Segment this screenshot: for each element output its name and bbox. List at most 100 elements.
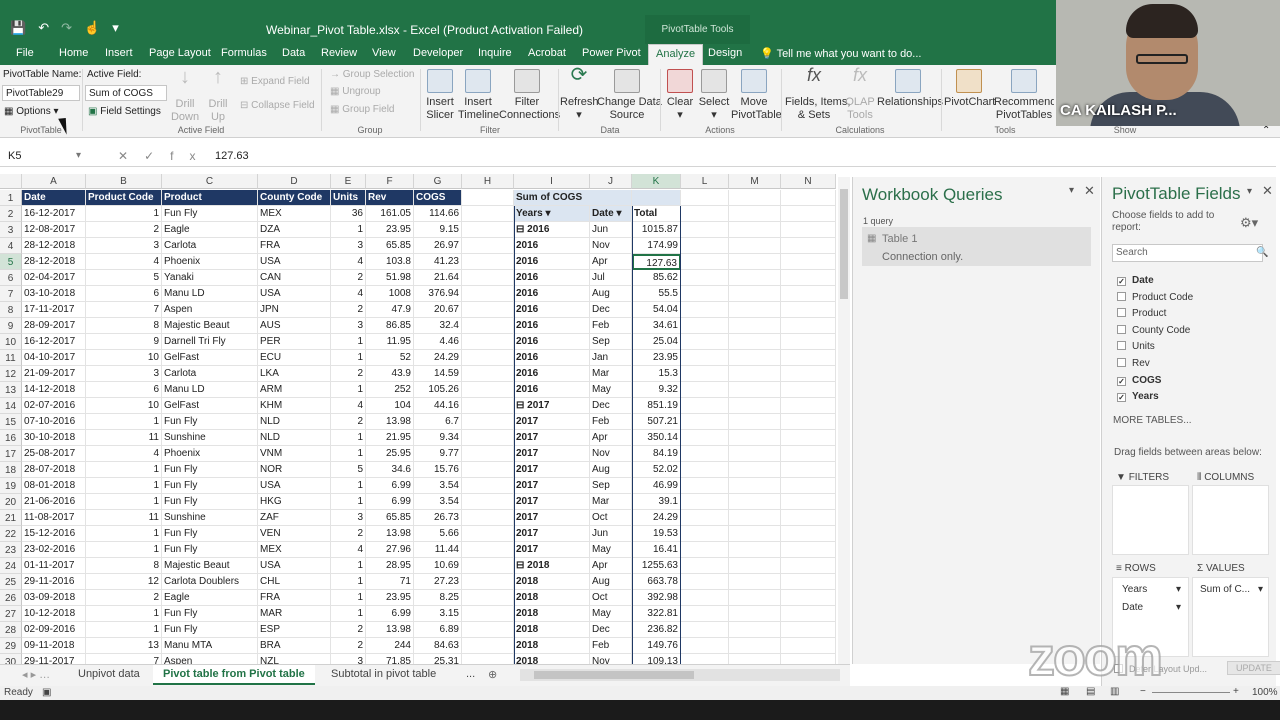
active-field-input[interactable]: Sum of COGS bbox=[85, 85, 167, 101]
table-header-cell[interactable]: County Code bbox=[258, 190, 331, 206]
pivot-value-cell[interactable]: 39.1 bbox=[632, 494, 681, 510]
row-header[interactable]: 6 bbox=[0, 270, 22, 286]
empty-cell[interactable] bbox=[781, 206, 836, 222]
table-cell[interactable]: 11.44 bbox=[414, 542, 462, 558]
table-cell[interactable]: 8 bbox=[86, 318, 162, 334]
row-header[interactable]: 5 bbox=[0, 254, 22, 270]
row-header[interactable]: 28 bbox=[0, 622, 22, 638]
table-cell[interactable]: 34.6 bbox=[366, 462, 414, 478]
table-cell[interactable]: 105.26 bbox=[414, 382, 462, 398]
empty-cell[interactable] bbox=[781, 334, 836, 350]
pivot-year-cell[interactable]: 2017 bbox=[514, 446, 590, 462]
pivot-date-cell[interactable]: Jan bbox=[590, 350, 632, 366]
table-cell[interactable]: 32.4 bbox=[414, 318, 462, 334]
empty-cell[interactable] bbox=[462, 526, 514, 542]
table-cell[interactable]: USA bbox=[258, 478, 331, 494]
empty-cell[interactable] bbox=[781, 286, 836, 302]
table-cell[interactable]: Fun Fly bbox=[162, 494, 258, 510]
table-cell[interactable]: 2 bbox=[331, 270, 366, 286]
table-cell[interactable]: 8.25 bbox=[414, 590, 462, 606]
empty-cell[interactable] bbox=[681, 638, 729, 654]
empty-cell[interactable] bbox=[681, 254, 729, 270]
empty-cell[interactable] bbox=[781, 238, 836, 254]
olap-tools-button[interactable]: fx OLAP Tools bbox=[843, 66, 877, 122]
empty-cell[interactable] bbox=[681, 494, 729, 510]
table-cell[interactable]: 1 bbox=[331, 494, 366, 510]
pivot-year-cell[interactable]: 2016 bbox=[514, 302, 590, 318]
empty-cell[interactable] bbox=[681, 318, 729, 334]
table-cell[interactable]: 23.95 bbox=[366, 222, 414, 238]
table-cell[interactable]: 8 bbox=[86, 558, 162, 574]
table-cell[interactable]: 4 bbox=[331, 254, 366, 270]
table-cell[interactable]: 02-07-2016 bbox=[22, 398, 86, 414]
table-cell[interactable]: 2 bbox=[331, 302, 366, 318]
pivot-year-cell[interactable]: 2017 bbox=[514, 430, 590, 446]
pivot-value-cell[interactable]: 507.21 bbox=[632, 414, 681, 430]
group-field-button[interactable]: ▦ Group Field bbox=[330, 104, 394, 115]
table-cell[interactable]: 11.95 bbox=[366, 334, 414, 350]
column-header[interactable]: J bbox=[590, 174, 632, 189]
pivot-year-cell[interactable]: 2018 bbox=[514, 574, 590, 590]
table-cell[interactable]: 2 bbox=[331, 622, 366, 638]
empty-cell[interactable] bbox=[681, 366, 729, 382]
table-cell[interactable]: 1 bbox=[86, 494, 162, 510]
name-box-dropdown-icon[interactable]: ▾ bbox=[76, 150, 81, 161]
pivot-value-cell[interactable]: 16.41 bbox=[632, 542, 681, 558]
table-cell[interactable]: 4.46 bbox=[414, 334, 462, 350]
table-cell[interactable]: 14-12-2018 bbox=[22, 382, 86, 398]
pivot-value-cell[interactable]: 19.53 bbox=[632, 526, 681, 542]
pivot-value-cell[interactable]: 25.04 bbox=[632, 334, 681, 350]
empty-cell[interactable] bbox=[462, 574, 514, 590]
table-cell[interactable]: 20.67 bbox=[414, 302, 462, 318]
pivot-date-cell[interactable]: Dec bbox=[590, 398, 632, 414]
row-header[interactable]: 14 bbox=[0, 398, 22, 414]
table-cell[interactable]: 12-08-2017 bbox=[22, 222, 86, 238]
empty-cell[interactable] bbox=[729, 654, 781, 664]
table-cell[interactable]: 3 bbox=[331, 510, 366, 526]
table-cell[interactable]: 25.95 bbox=[366, 446, 414, 462]
column-header[interactable]: N bbox=[781, 174, 836, 189]
row-header[interactable]: 21 bbox=[0, 510, 22, 526]
pivot-value-cell[interactable]: 322.81 bbox=[632, 606, 681, 622]
empty-cell[interactable] bbox=[681, 574, 729, 590]
table-cell[interactable]: 02-04-2017 bbox=[22, 270, 86, 286]
empty-cell[interactable] bbox=[462, 638, 514, 654]
checkbox-icon[interactable] bbox=[1117, 291, 1126, 301]
pivot-date-cell[interactable]: May bbox=[590, 542, 632, 558]
pivot-date-cell[interactable]: Oct bbox=[590, 590, 632, 606]
field-checkbox-item[interactable]: ✓ Date bbox=[1117, 275, 1154, 286]
table-cell[interactable]: Sunshine bbox=[162, 430, 258, 446]
table-cell[interactable]: FRA bbox=[258, 238, 331, 254]
table-cell[interactable]: 103.8 bbox=[366, 254, 414, 270]
pivot-year-cell[interactable]: 2017 bbox=[514, 542, 590, 558]
pivot-value-cell[interactable]: 54.04 bbox=[632, 302, 681, 318]
empty-cell[interactable] bbox=[729, 622, 781, 638]
table-cell[interactable]: 02-09-2016 bbox=[22, 622, 86, 638]
table-cell[interactable]: 9.34 bbox=[414, 430, 462, 446]
row-header[interactable]: 22 bbox=[0, 526, 22, 542]
pivot-date-cell[interactable]: Nov bbox=[590, 446, 632, 462]
pane-options-icon[interactable]: ▾ bbox=[1069, 185, 1074, 196]
empty-cell[interactable] bbox=[681, 446, 729, 462]
empty-cell[interactable] bbox=[729, 206, 781, 222]
macro-record-icon[interactable]: ▣ bbox=[42, 687, 51, 698]
empty-cell[interactable] bbox=[681, 558, 729, 574]
table-cell[interactable]: 3 bbox=[86, 238, 162, 254]
empty-cell[interactable] bbox=[729, 542, 781, 558]
zoom-level[interactable]: 100% bbox=[1252, 687, 1278, 698]
table-cell[interactable]: 26.73 bbox=[414, 510, 462, 526]
empty-cell[interactable] bbox=[781, 606, 836, 622]
empty-cell[interactable] bbox=[681, 398, 729, 414]
table-cell[interactable]: 1 bbox=[331, 478, 366, 494]
row-header[interactable]: 3 bbox=[0, 222, 22, 238]
empty-cell[interactable] bbox=[681, 414, 729, 430]
table-cell[interactable]: 3 bbox=[86, 366, 162, 382]
table-cell[interactable]: 1 bbox=[86, 206, 162, 222]
empty-cell[interactable] bbox=[462, 590, 514, 606]
table-cell[interactable]: 161.05 bbox=[366, 206, 414, 222]
pivot-year-cell[interactable]: 2016 bbox=[514, 238, 590, 254]
fx-icon[interactable]: fx bbox=[170, 149, 211, 163]
table-cell[interactable]: 13.98 bbox=[366, 414, 414, 430]
table-cell[interactable]: Phoenix bbox=[162, 254, 258, 270]
table-cell[interactable]: 65.85 bbox=[366, 510, 414, 526]
